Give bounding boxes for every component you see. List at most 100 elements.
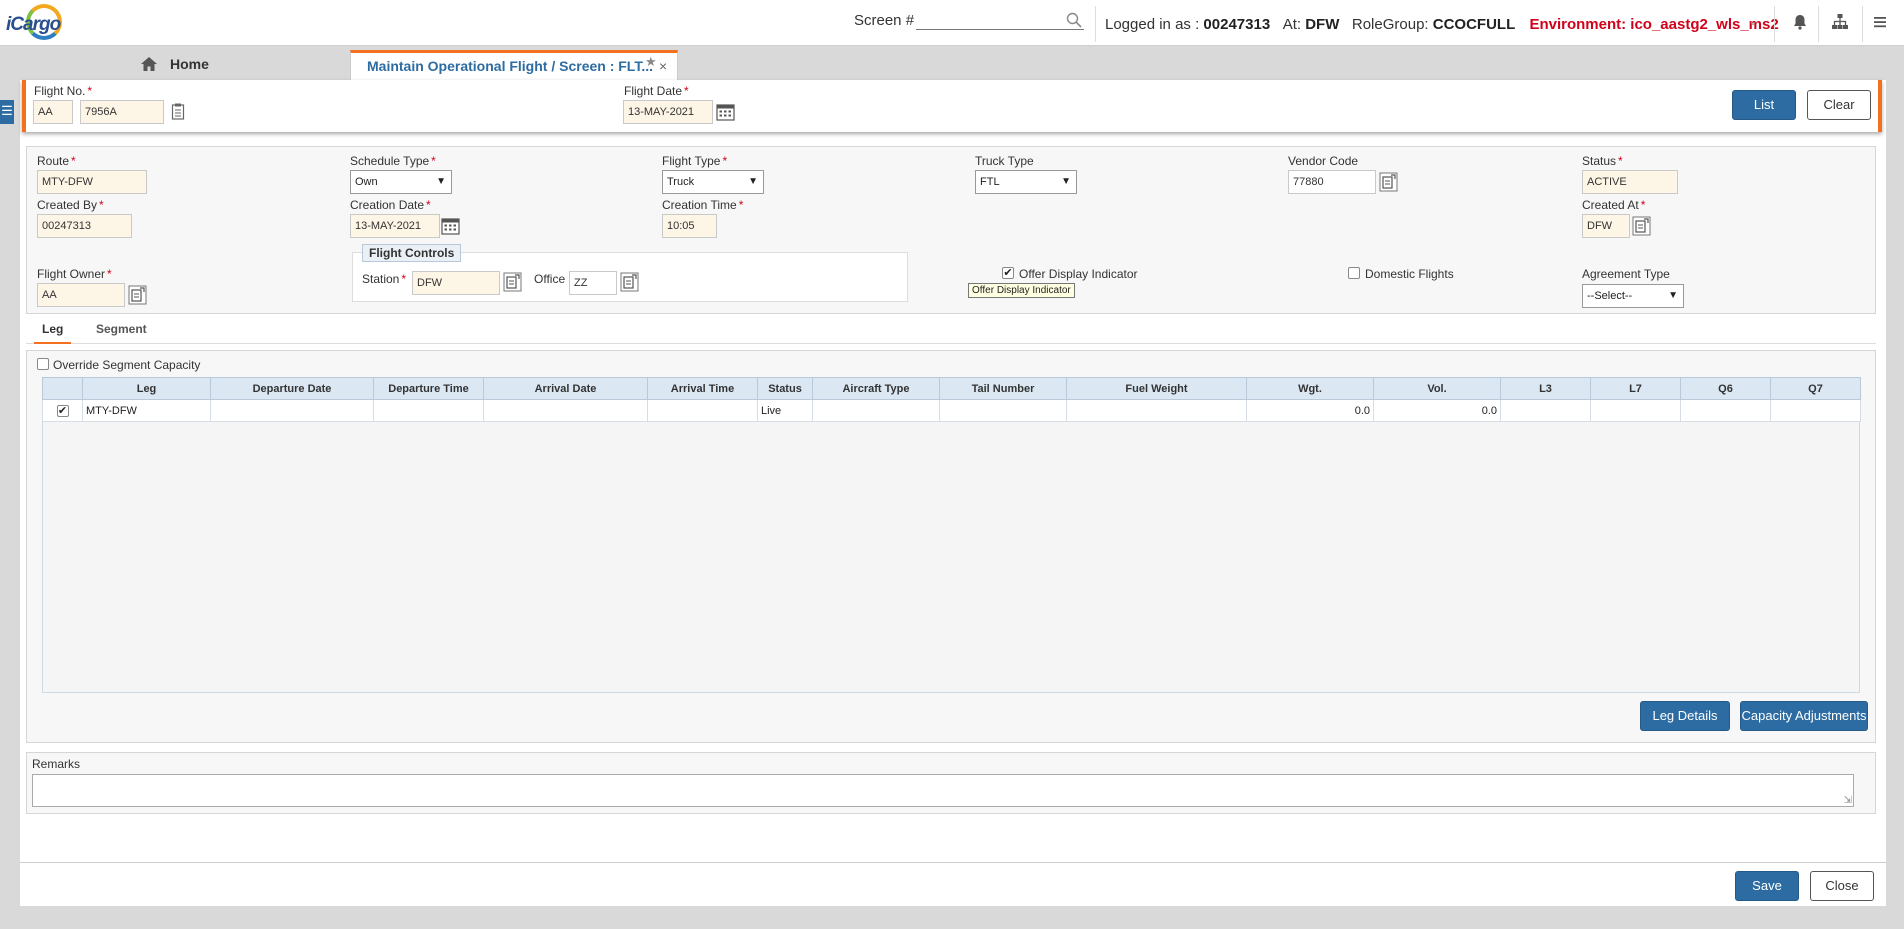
cell-l3 [1500, 399, 1591, 422]
col-header-aircraft-type[interactable]: Aircraft Type [812, 377, 940, 400]
remarks-label: Remarks [32, 757, 81, 771]
flight-date-label: Flight Date * [624, 84, 689, 98]
tab-maintain-operational-flight[interactable]: Maintain Operational Flight / Screen : F… [350, 50, 678, 80]
capacity-adjustments-button[interactable]: Capacity Adjustments [1740, 701, 1868, 731]
header-divider [1774, 6, 1775, 42]
creation-date-field[interactable]: 13-MAY-2021 [350, 214, 440, 238]
col-header-l7[interactable]: L7 [1590, 377, 1681, 400]
agreement-type-select[interactable]: --Select-- ▼ [1582, 284, 1684, 308]
created-at-field[interactable]: DFW [1582, 214, 1630, 238]
lookup-icon[interactable] [128, 285, 147, 305]
screen-number-input[interactable] [916, 10, 1084, 30]
calendar-icon[interactable] [716, 102, 735, 121]
col-header-wgt[interactable]: Wgt. [1246, 377, 1374, 400]
col-header-arrival-date[interactable]: Arrival Date [483, 377, 648, 400]
star-icon[interactable]: ★ [645, 54, 657, 70]
col-header-status[interactable]: Status [757, 377, 813, 400]
override-segment-capacity-checkbox[interactable] [37, 358, 49, 370]
override-segment-capacity-label: Override Segment Capacity [53, 358, 201, 372]
cell-fuel-weight [1066, 399, 1247, 422]
flight-number-field[interactable]: 7956A [80, 100, 164, 124]
vendor-code-field[interactable]: 77880 [1288, 170, 1376, 194]
col-header-departure-time[interactable]: Departure Time [373, 377, 484, 400]
resize-handle-icon[interactable]: ⇲ [1844, 796, 1852, 806]
calendar-icon[interactable] [441, 216, 460, 235]
col-header-departure-date[interactable]: Departure Date [210, 377, 374, 400]
lookup-icon[interactable] [1379, 172, 1398, 192]
col-header-l3[interactable]: L3 [1500, 377, 1591, 400]
user-id: 00247313 [1203, 16, 1271, 33]
truck-type-select[interactable]: FTL ▼ [975, 170, 1077, 194]
header-divider [1862, 6, 1863, 42]
home-icon [141, 57, 157, 71]
search-icon[interactable] [1066, 12, 1082, 28]
sitemap-icon[interactable] [1830, 12, 1850, 32]
close-tab-icon[interactable]: × [659, 58, 667, 74]
screen-number-label: Screen # [854, 12, 915, 29]
tab-segment[interactable]: Segment [88, 322, 155, 344]
list-button[interactable]: List [1732, 90, 1796, 120]
role-group: CCOCFULL [1432, 16, 1516, 33]
creation-date-label: Creation Date * [350, 198, 431, 212]
cell-l7 [1590, 399, 1681, 422]
save-button[interactable]: Save [1735, 871, 1799, 901]
row-select-checkbox[interactable]: ✔ [56, 404, 69, 417]
cell-departure-time [373, 399, 484, 422]
office-field[interactable]: ZZ [569, 271, 617, 295]
flight-no-label: Flight No. * [34, 84, 93, 98]
flight-owner-field[interactable]: AA [37, 283, 125, 307]
top-bar: iCargo Screen # Logged in as : 00247313 … [0, 0, 1904, 46]
cell-q7 [1770, 399, 1861, 422]
vendor-code-label: Vendor Code [1288, 154, 1359, 168]
tab-label: Maintain Operational Flight / Screen : F… [367, 58, 653, 74]
flight-owner-label: Flight Owner * [37, 267, 112, 281]
route-field[interactable]: MTY-DFW [37, 170, 147, 194]
col-header-fuel-weight[interactable]: Fuel Weight [1066, 377, 1247, 400]
created-by-field: 00247313 [37, 214, 132, 238]
offer-display-checkbox[interactable]: ✔ [1002, 267, 1014, 279]
col-header-tail-number[interactable]: Tail Number [939, 377, 1067, 400]
clipboard-icon[interactable] [171, 103, 185, 120]
menu-icon[interactable] [1870, 12, 1890, 32]
bell-icon[interactable] [1790, 12, 1810, 32]
table-row[interactable]: ✔ MTY-DFW Live 0.0 0.0 [42, 399, 1861, 422]
schedule-type-select[interactable]: Own ▼ [350, 170, 452, 194]
leg-details-button[interactable]: Leg Details [1640, 701, 1730, 731]
grid-body-area [42, 377, 1860, 693]
header-divider [1818, 6, 1819, 42]
col-header-q7[interactable]: Q7 [1770, 377, 1861, 400]
status-field: ACTIVE [1582, 170, 1678, 194]
lookup-icon[interactable] [620, 272, 639, 292]
carrier-code-field[interactable]: AA [33, 100, 73, 124]
col-header-vol[interactable]: Vol. [1373, 377, 1501, 400]
domestic-flights-label: Domestic Flights [1365, 267, 1454, 281]
flight-date-field[interactable]: 13-MAY-2021 [623, 100, 713, 124]
lookup-icon[interactable] [1632, 216, 1651, 236]
filter-panel [22, 80, 1882, 132]
tab-home-label: Home [170, 56, 209, 72]
icargo-logo[interactable]: iCargo [4, 2, 62, 44]
creation-time-field[interactable]: 10:05 [662, 214, 717, 238]
cell-arrival-date [483, 399, 648, 422]
chevron-down-icon[interactable]: ⌄ [1748, 14, 1758, 28]
close-button[interactable]: Close [1810, 871, 1874, 901]
route-label: Route * [37, 154, 76, 168]
col-header-leg[interactable]: Leg [82, 377, 211, 400]
station-field[interactable]: DFW [412, 271, 500, 295]
truck-type-label: Truck Type [975, 154, 1034, 168]
cell-aircraft-type [812, 399, 940, 422]
side-panel-toggle-icon[interactable]: ☰ [0, 100, 14, 124]
status-label: Status * [1582, 154, 1623, 168]
remarks-textarea[interactable]: ⇲ [32, 774, 1854, 807]
lookup-icon[interactable] [503, 272, 522, 292]
tab-leg[interactable]: Leg [34, 322, 72, 344]
bottom-strip [0, 906, 1904, 929]
col-header-q6[interactable]: Q6 [1680, 377, 1771, 400]
domestic-flights-checkbox[interactable] [1348, 267, 1360, 279]
dropdown-arrow-icon: ▼ [436, 176, 446, 187]
clear-button[interactable]: Clear [1807, 90, 1871, 120]
flight-type-select[interactable]: Truck ▼ [662, 170, 764, 194]
agreement-type-label: Agreement Type [1582, 267, 1670, 281]
tab-home[interactable]: Home [140, 52, 209, 76]
col-header-arrival-time[interactable]: Arrival Time [647, 377, 758, 400]
